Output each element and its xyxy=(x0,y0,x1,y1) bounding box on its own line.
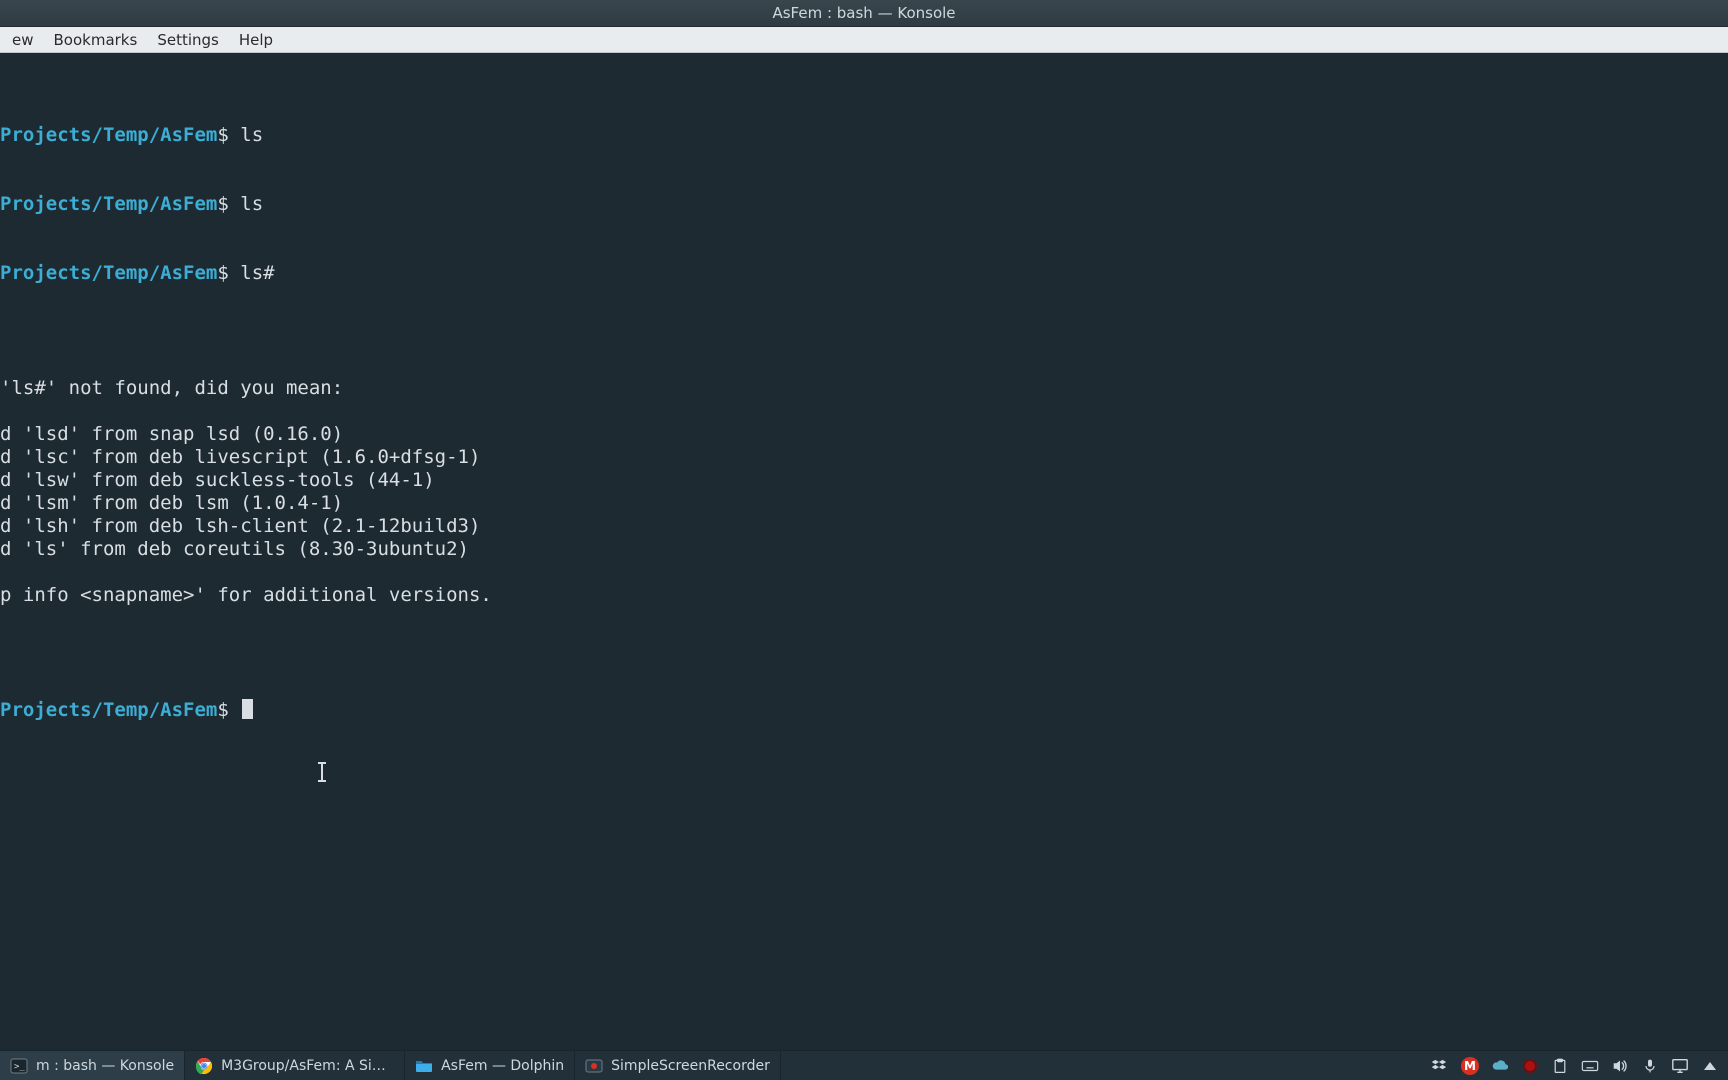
svg-text:>_: >_ xyxy=(14,1062,25,1072)
prompt-path: Projects/Temp/AsFem xyxy=(0,699,217,721)
dropbox-icon[interactable] xyxy=(1430,1056,1450,1076)
terminal-output-line: d 'ls' from deb coreutils (8.30-3ubuntu2… xyxy=(0,538,1728,561)
display-icon[interactable] xyxy=(1670,1056,1690,1076)
menu-help[interactable]: Help xyxy=(229,27,283,53)
menu-settings-label: Settings xyxy=(157,31,219,49)
task-label: m : bash — Konsole xyxy=(36,1058,174,1074)
terminal-line: Projects/Temp/AsFem$ ls xyxy=(0,124,1728,147)
folder-icon xyxy=(415,1057,433,1075)
prompt-symbol: $ xyxy=(217,193,228,215)
prompt-path: Projects/Temp/AsFem xyxy=(0,193,217,215)
command-text: ls xyxy=(240,193,263,215)
menu-settings[interactable]: Settings xyxy=(147,27,229,53)
terminal-viewport[interactable]: Projects/Temp/AsFem$ ls Projects/Temp/As… xyxy=(0,53,1728,1050)
task-label: AsFem — Dolphin xyxy=(441,1058,564,1074)
terminal-output-line: d 'lsd' from snap lsd (0.16.0) xyxy=(0,423,1728,446)
text-caret-icon xyxy=(321,762,323,782)
menubar: ew Bookmarks Settings Help xyxy=(0,27,1728,53)
microphone-icon[interactable] xyxy=(1640,1056,1660,1076)
terminal-output-line: d 'lsh' from deb lsh-client (2.1-12build… xyxy=(0,515,1728,538)
task-recorder[interactable]: SimpleScreenRecorder xyxy=(575,1051,781,1080)
terminal-output-line: d 'lsc' from deb livescript (1.6.0+dfsg-… xyxy=(0,446,1728,469)
menu-bookmarks-label: Bookmarks xyxy=(54,31,138,49)
menu-view[interactable]: ew xyxy=(2,27,44,53)
prompt-symbol: $ xyxy=(217,124,228,146)
task-label: SimpleScreenRecorder xyxy=(611,1058,770,1074)
clipboard-icon[interactable] xyxy=(1550,1056,1570,1076)
prompt-path: Projects/Temp/AsFem xyxy=(0,124,217,146)
terminal-output: 'ls#' not found, did you mean: d 'lsd' f… xyxy=(0,354,1728,630)
terminal-output-line: 'ls#' not found, did you mean: xyxy=(0,377,1728,400)
taskbar: >_ m : bash — Konsole M3Group/AsFem: A S… xyxy=(0,1050,1728,1080)
menu-view-label: ew xyxy=(12,31,34,49)
terminal-output-line: p info <snapname>' for additional versio… xyxy=(0,584,1728,607)
konsole-icon: >_ xyxy=(10,1057,28,1075)
window-title: AsFem : bash — Konsole xyxy=(772,4,955,22)
terminal-output-line xyxy=(0,354,1728,377)
task-label: M3Group/AsFem: A Simple Finite ... xyxy=(221,1058,394,1074)
terminal-output-line: d 'lsw' from deb suckless-tools (44-1) xyxy=(0,469,1728,492)
task-dolphin[interactable]: AsFem — Dolphin xyxy=(405,1051,575,1080)
terminal-output-line xyxy=(0,607,1728,630)
command-text: ls# xyxy=(240,262,274,284)
mega-icon[interactable]: M xyxy=(1460,1056,1480,1076)
prompt-symbol: $ xyxy=(217,262,228,284)
volume-icon[interactable] xyxy=(1610,1056,1630,1076)
show-hidden-icons-icon[interactable] xyxy=(1700,1056,1720,1076)
terminal-line: Projects/Temp/AsFem$ ls# xyxy=(0,262,1728,285)
cloud-icon[interactable] xyxy=(1490,1056,1510,1076)
command-text: ls xyxy=(240,124,263,146)
prompt-symbol: $ xyxy=(217,699,228,721)
system-tray: M xyxy=(1422,1051,1728,1080)
terminal-output-line xyxy=(0,561,1728,584)
terminal-output-line: d 'lsm' from deb lsm (1.0.4-1) xyxy=(0,492,1728,515)
keyboard-icon[interactable] xyxy=(1580,1056,1600,1076)
cursor-block-icon xyxy=(242,699,253,719)
terminal-output-line xyxy=(0,400,1728,423)
prompt-path: Projects/Temp/AsFem xyxy=(0,262,217,284)
task-konsole[interactable]: >_ m : bash — Konsole xyxy=(0,1051,185,1080)
terminal-line: Projects/Temp/AsFem$ xyxy=(0,699,1728,722)
menu-bookmarks[interactable]: Bookmarks xyxy=(44,27,148,53)
task-chrome[interactable]: M3Group/AsFem: A Simple Finite ... xyxy=(185,1051,405,1080)
recorder-icon xyxy=(585,1057,603,1075)
menu-help-label: Help xyxy=(239,31,273,49)
window-titlebar: AsFem : bash — Konsole xyxy=(0,0,1728,27)
chrome-icon xyxy=(195,1057,213,1075)
terminal-line: Projects/Temp/AsFem$ ls xyxy=(0,193,1728,216)
record-icon[interactable] xyxy=(1520,1056,1540,1076)
